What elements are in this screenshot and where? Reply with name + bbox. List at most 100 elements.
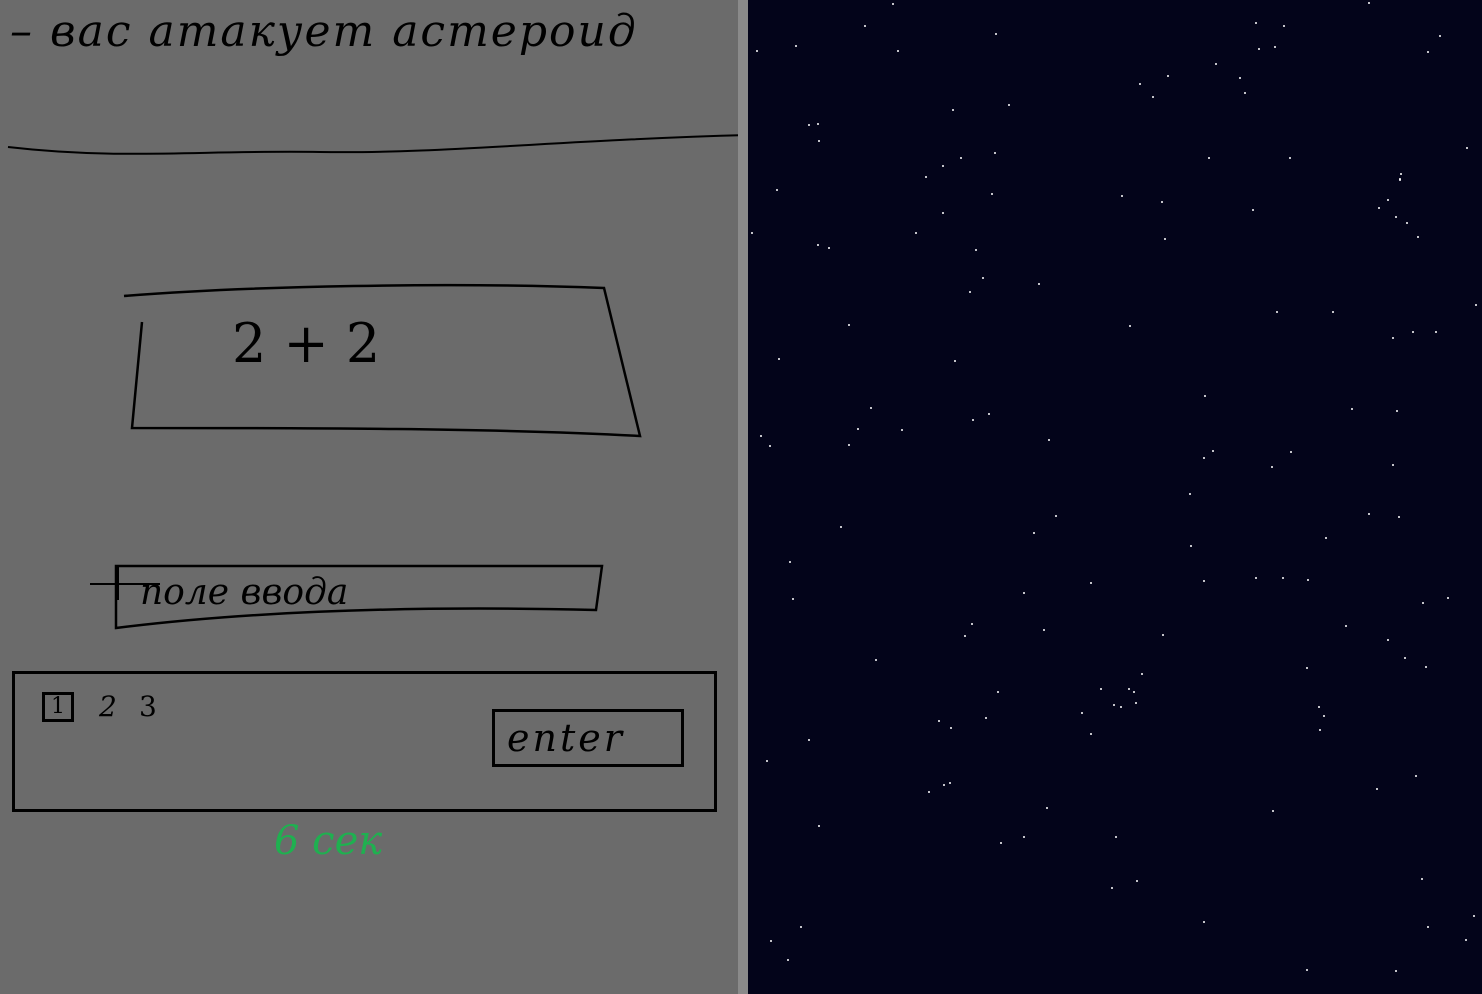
star [1111, 887, 1113, 889]
star [1368, 2, 1370, 4]
star [828, 247, 830, 249]
star [1113, 704, 1115, 706]
star [1475, 304, 1477, 306]
panel-divider [738, 0, 748, 994]
star [1323, 715, 1325, 717]
star [1189, 493, 1191, 495]
star [1152, 96, 1154, 98]
star [949, 782, 951, 784]
star [1167, 75, 1169, 77]
answer-input[interactable]: поле ввода [140, 572, 348, 613]
page-button-2[interactable]: 2 [99, 690, 117, 723]
star [875, 659, 877, 661]
star [1399, 178, 1401, 180]
star [1387, 639, 1389, 641]
star [769, 445, 771, 447]
star [997, 691, 999, 693]
star [1400, 173, 1402, 175]
star [1033, 532, 1035, 534]
star [1239, 77, 1241, 79]
star [969, 291, 971, 293]
star [1319, 729, 1321, 731]
page-button-1[interactable]: 1 [42, 692, 74, 722]
star [1395, 970, 1397, 972]
star [1368, 513, 1370, 515]
star [892, 3, 894, 5]
star [760, 435, 762, 437]
star [1023, 836, 1025, 838]
star [1046, 807, 1048, 809]
starfield-canvas [748, 0, 1482, 994]
star [991, 193, 993, 195]
star [1447, 597, 1449, 599]
star [840, 526, 842, 528]
star [1203, 580, 1205, 582]
star [960, 157, 962, 159]
star [808, 124, 810, 126]
star [817, 244, 819, 246]
star [864, 25, 866, 27]
star [1465, 939, 1467, 941]
star [1406, 222, 1408, 224]
star [1008, 104, 1010, 106]
star [1133, 691, 1135, 693]
star [1252, 209, 1254, 211]
enter-button[interactable]: enter [492, 709, 684, 767]
star [808, 739, 810, 741]
star [964, 635, 966, 637]
star [756, 50, 758, 52]
star [1090, 733, 1092, 735]
star [770, 940, 772, 942]
star [787, 959, 789, 961]
star [901, 429, 903, 431]
control-panel: 1 2 3 enter [12, 671, 717, 812]
star [1244, 92, 1246, 94]
star [1395, 216, 1397, 218]
star [1000, 842, 1002, 844]
star [1274, 46, 1276, 48]
star [857, 428, 859, 430]
star [971, 623, 973, 625]
star [1404, 657, 1406, 659]
star [1378, 207, 1380, 209]
star [1398, 516, 1400, 518]
star [1417, 236, 1419, 238]
star [1128, 688, 1130, 690]
star [1318, 706, 1320, 708]
star [1164, 238, 1166, 240]
star [1141, 673, 1143, 675]
star [1212, 450, 1214, 452]
star [789, 561, 791, 563]
star [818, 140, 820, 142]
star [776, 189, 778, 191]
star [943, 784, 945, 786]
star [1282, 577, 1284, 579]
star [870, 407, 872, 409]
star [1203, 457, 1205, 459]
star [1283, 25, 1285, 27]
star [982, 277, 984, 279]
star [1427, 51, 1429, 53]
star [1129, 325, 1131, 327]
star [1345, 625, 1347, 627]
star [1190, 545, 1192, 547]
star [915, 232, 917, 234]
star [1415, 775, 1417, 777]
star [766, 760, 768, 762]
star [848, 324, 850, 326]
star [1271, 466, 1273, 468]
answer-input-frame [90, 564, 604, 630]
star [1135, 702, 1137, 704]
star [751, 232, 753, 234]
star [1396, 410, 1398, 412]
star [1161, 201, 1163, 203]
star [972, 419, 974, 421]
star [1100, 688, 1102, 690]
star [1439, 35, 1441, 37]
page-button-3[interactable]: 3 [139, 690, 157, 723]
star [1435, 331, 1437, 333]
star [1392, 464, 1394, 466]
star [1325, 537, 1327, 539]
star [1466, 147, 1468, 149]
star [897, 50, 899, 52]
